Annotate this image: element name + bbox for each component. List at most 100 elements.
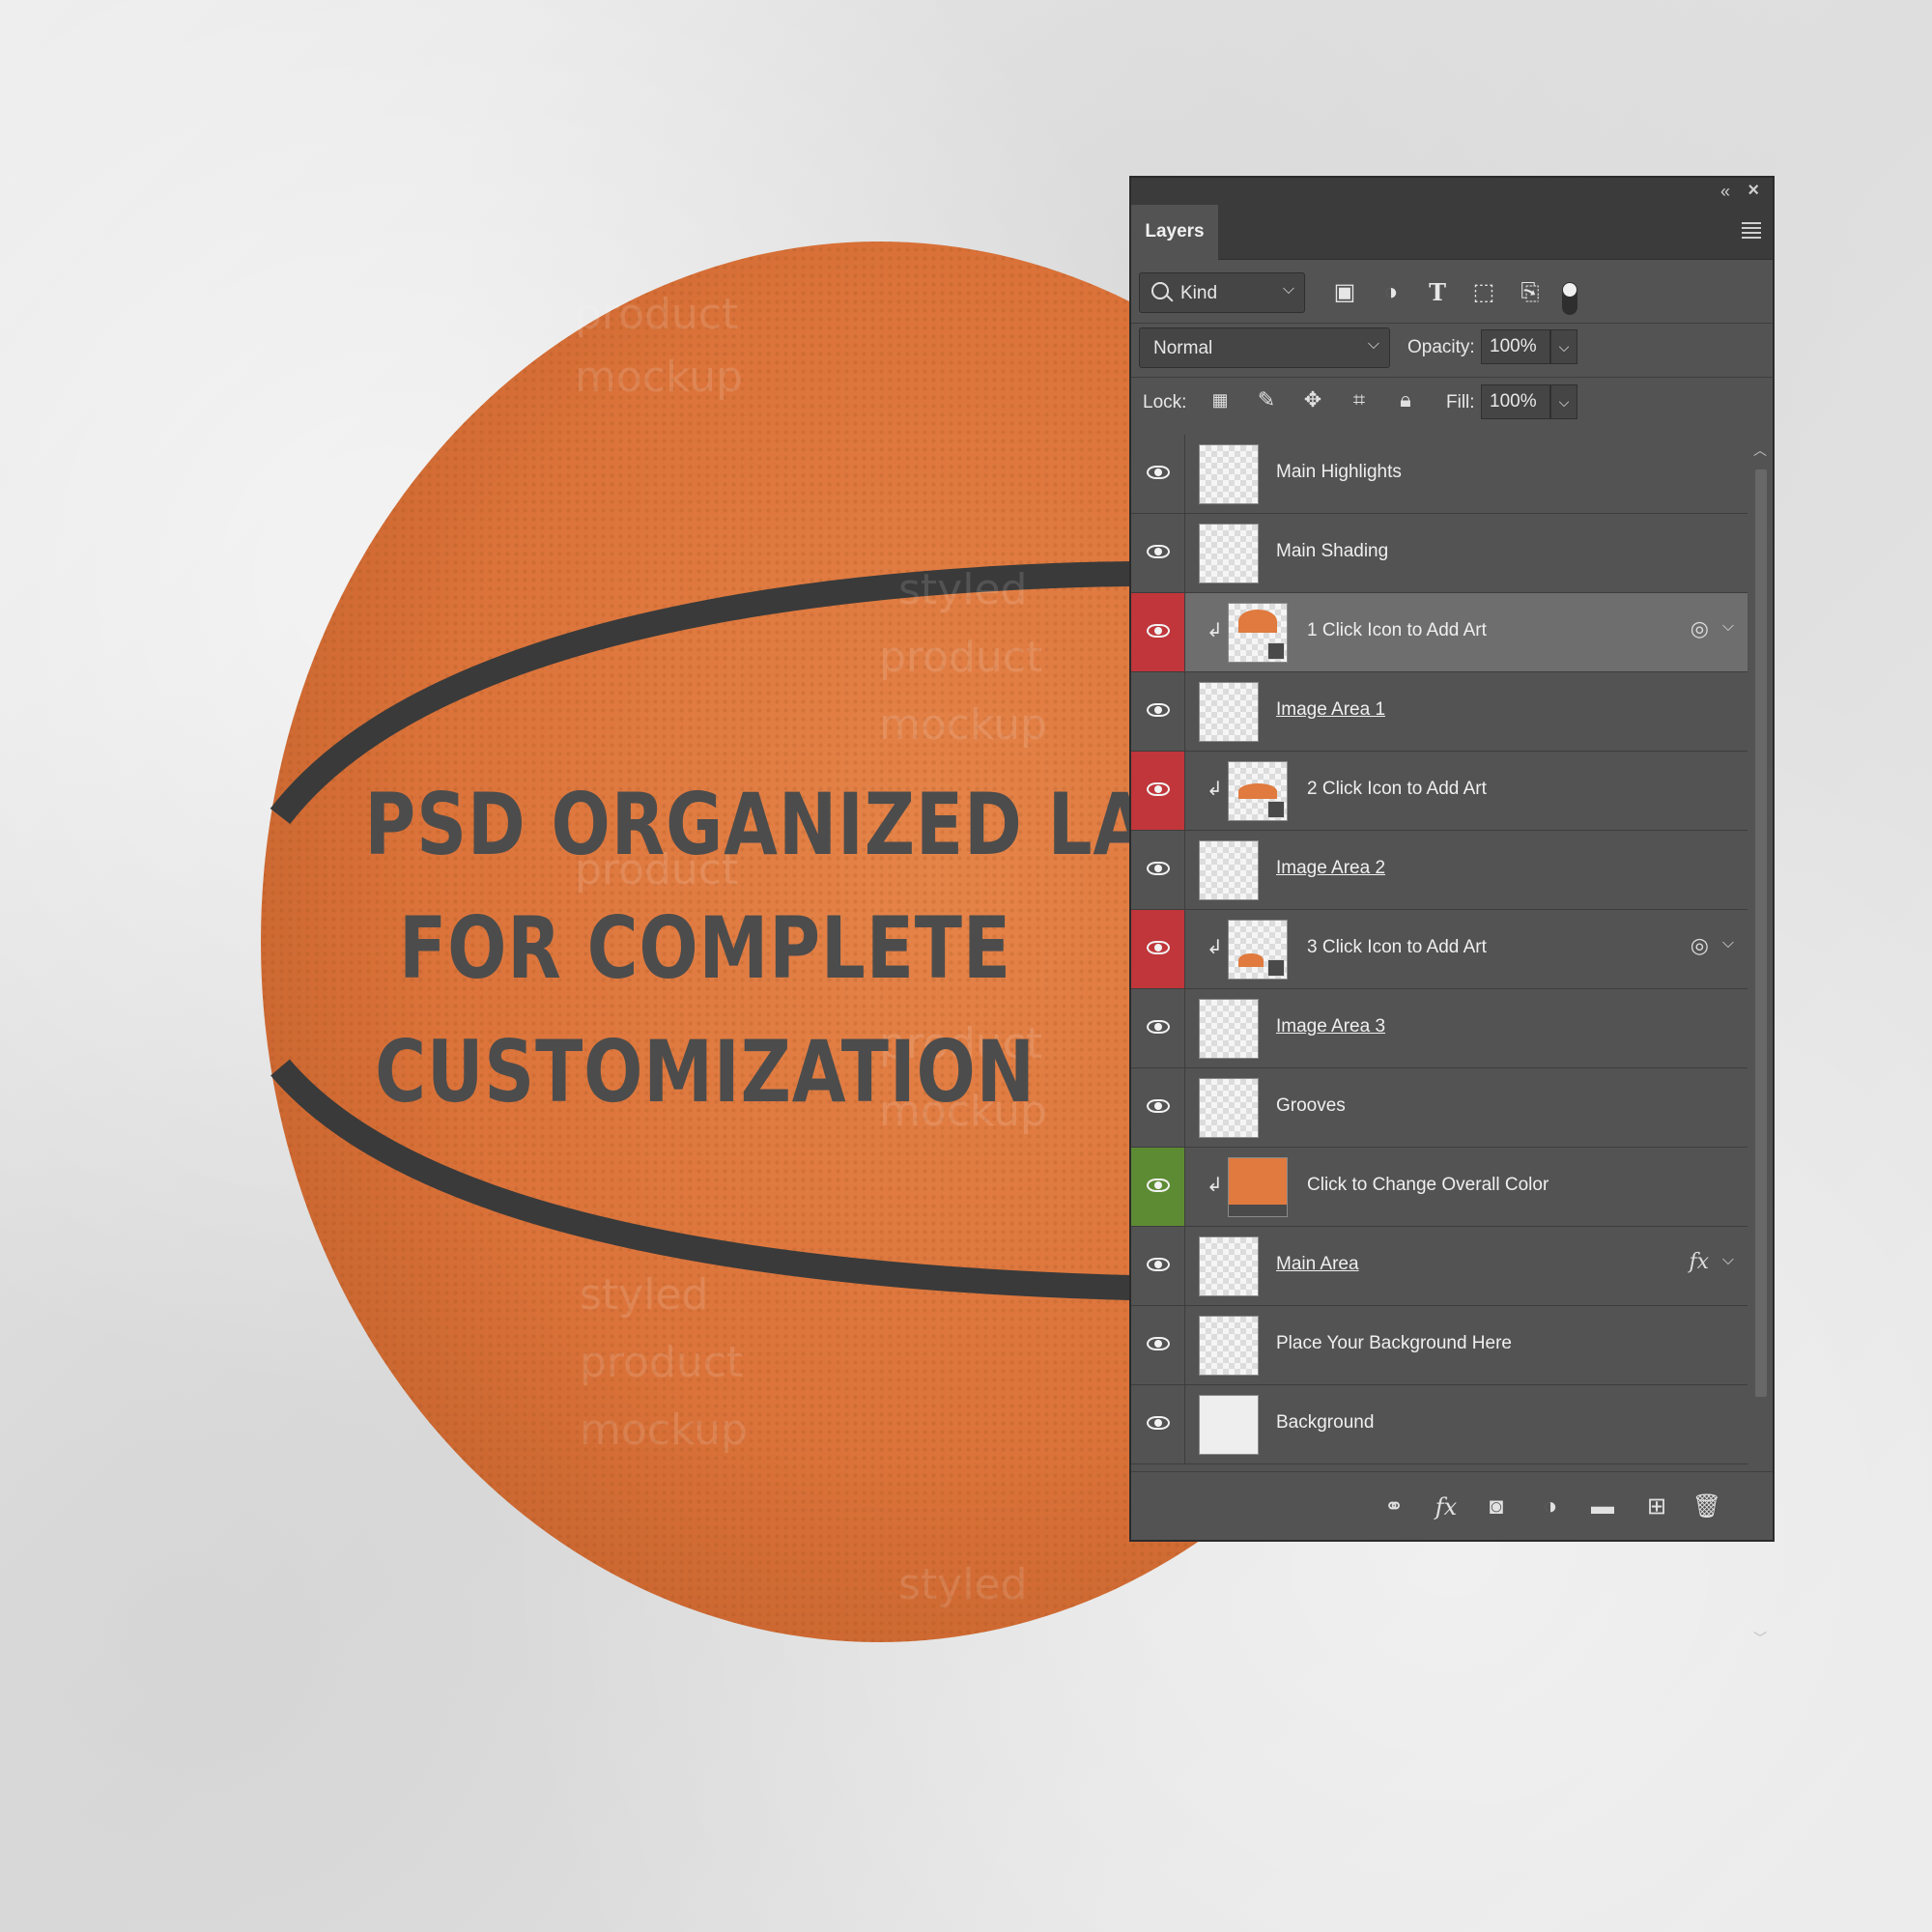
layer-thumbnail <box>1199 840 1259 900</box>
visibility-toggle[interactable] <box>1131 514 1185 592</box>
layer-row[interactable]: ↲ Click to Change Overall Color <box>1131 1148 1747 1227</box>
layer-name: Image Area 2 <box>1276 858 1386 878</box>
panel-menu-icon[interactable] <box>1742 222 1761 242</box>
layer-name: 1 Click Icon to Add Art <box>1307 620 1487 640</box>
eye-icon <box>1147 1258 1170 1271</box>
scroll-down-icon[interactable]: ﹀ <box>1753 1629 1767 1648</box>
layer-name: Image Area 3 <box>1276 1016 1386 1037</box>
eye-icon <box>1147 1020 1170 1034</box>
collapse-panel-icon[interactable]: « <box>1720 182 1730 202</box>
search-icon <box>1151 282 1169 299</box>
visibility-toggle[interactable] <box>1131 989 1185 1067</box>
visibility-toggle[interactable] <box>1131 1148 1185 1226</box>
chevron-down-icon[interactable]: ⌵ <box>1722 618 1734 636</box>
tab-layers[interactable]: Layers <box>1131 205 1218 260</box>
layer-name: Click to Change Overall Color <box>1307 1175 1549 1195</box>
watermark-text: styled <box>580 1270 708 1320</box>
kind-filter-select[interactable]: Kind ⌵ <box>1139 272 1305 313</box>
layers-bottom-toolbar: ⚭ fx ◙ ◑ ▬ ⊞ 🗑︎ <box>1131 1471 1773 1540</box>
watermark-text: product <box>879 633 1042 682</box>
visibility-toggle[interactable] <box>1131 1068 1185 1147</box>
pixel-layer-filter-icon[interactable]: ▣ <box>1330 278 1359 307</box>
eye-icon <box>1147 703 1170 717</box>
lock-transparent-pixels-icon[interactable]: ▦ <box>1207 386 1234 413</box>
fill-dropdown-icon[interactable]: ⌵ <box>1550 384 1577 419</box>
chevron-down-icon[interactable]: ⌵ <box>1722 1252 1734 1269</box>
blend-mode-label: Normal <box>1153 338 1213 358</box>
add-mask-icon[interactable]: ◙ <box>1481 1492 1512 1522</box>
layer-name: 2 Click Icon to Add Art <box>1307 779 1487 799</box>
layer-row[interactable]: Background <box>1131 1385 1747 1464</box>
trash-icon[interactable]: 🗑︎ <box>1691 1492 1722 1522</box>
layer-name: Grooves <box>1276 1095 1346 1116</box>
layer-name: Main Highlights <box>1276 462 1402 482</box>
layer-row[interactable]: Main Shading <box>1131 514 1747 593</box>
lock-image-pixels-icon[interactable]: ✎ <box>1253 386 1280 413</box>
scroll-thumb[interactable] <box>1755 469 1767 1397</box>
layer-row[interactable]: Image Area 3 <box>1131 989 1747 1068</box>
fx-icon[interactable]: fx <box>1431 1492 1462 1522</box>
visibility-toggle[interactable] <box>1131 752 1185 830</box>
visibility-toggle[interactable] <box>1131 593 1185 671</box>
link-circle-icon[interactable]: ◎ <box>1690 933 1709 958</box>
visibility-toggle[interactable] <box>1131 672 1185 751</box>
headline: PSD ORGANIZED LAYERS FOR COMPLETE CUSTOM… <box>364 763 1347 1134</box>
layers-scrollbar[interactable]: ︿ ﹀ <box>1753 440 1769 1648</box>
opacity-dropdown-icon[interactable]: ⌵ <box>1550 329 1577 364</box>
visibility-toggle[interactable] <box>1131 910 1185 988</box>
layer-row[interactable]: Image Area 1 <box>1131 672 1747 752</box>
layer-row[interactable]: Grooves <box>1131 1068 1747 1148</box>
headline-line: CUSTOMIZATION <box>375 1022 1036 1122</box>
smart-object-filter-icon[interactable]: ⎘ <box>1516 278 1545 307</box>
layer-row[interactable]: Place Your Background Here <box>1131 1306 1747 1385</box>
adjustment-layer-filter-icon[interactable]: ◑ <box>1377 278 1406 307</box>
layer-name: Image Area 1 <box>1276 699 1386 720</box>
layer-row[interactable]: ↲ 1 Click Icon to Add Art ◎ ⌵ <box>1131 593 1747 672</box>
layer-row[interactable]: ↲ 2 Click Icon to Add Art <box>1131 752 1747 831</box>
clipping-arrow-icon: ↲ <box>1207 620 1223 641</box>
shape-layer-filter-icon[interactable]: ⬚ <box>1469 278 1498 307</box>
visibility-toggle[interactable] <box>1131 1385 1185 1463</box>
link-layers-icon[interactable]: ⚭ <box>1378 1492 1409 1522</box>
smart-object-badge-icon <box>1267 959 1285 977</box>
close-icon[interactable]: × <box>1747 180 1759 202</box>
layer-row[interactable]: Image Area 2 <box>1131 831 1747 910</box>
opacity-input[interactable]: 100% <box>1481 329 1550 364</box>
layer-filter-row: Kind ⌵ ▣ ◑ T ⬚ ⎘ <box>1139 272 1767 315</box>
watermark-text: styled <box>898 565 1027 614</box>
eye-icon <box>1147 624 1170 638</box>
layer-name: Place Your Background Here <box>1276 1333 1512 1353</box>
type-layer-filter-icon[interactable]: T <box>1423 278 1452 307</box>
adjustment-layer-icon[interactable]: ◑ <box>1535 1492 1566 1522</box>
scroll-up-icon[interactable]: ︿ <box>1753 440 1767 460</box>
fx-icon[interactable]: fx <box>1689 1250 1709 1274</box>
headline-line: PSD ORGANIZED LAYERS <box>364 775 1347 874</box>
layer-name: 3 Click Icon to Add Art <box>1307 937 1487 957</box>
visibility-toggle[interactable] <box>1131 435 1185 513</box>
chevron-down-icon: ⌵ <box>1367 336 1379 353</box>
new-layer-icon[interactable]: ⊞ <box>1641 1492 1672 1522</box>
panel-title-bar[interactable]: « × <box>1131 178 1773 205</box>
visibility-toggle[interactable] <box>1131 1227 1185 1305</box>
fill-input[interactable]: 100% <box>1481 384 1550 419</box>
new-group-folder-icon[interactable]: ▬ <box>1587 1492 1618 1522</box>
layer-row[interactable]: Main Area fx ⌵ <box>1131 1227 1747 1306</box>
eye-icon <box>1147 1099 1170 1113</box>
layer-row[interactable]: Main Highlights <box>1131 435 1747 514</box>
link-circle-icon[interactable]: ◎ <box>1690 616 1709 641</box>
chevron-down-icon[interactable]: ⌵ <box>1722 935 1734 952</box>
lock-all-icon[interactable]: 🔒︎ <box>1392 386 1419 413</box>
watermark-text: product <box>575 290 738 339</box>
blend-mode-select[interactable]: Normal ⌵ <box>1139 327 1390 368</box>
visibility-toggle[interactable] <box>1131 831 1185 909</box>
layer-thumbnail <box>1199 682 1259 742</box>
lock-position-icon[interactable]: ✥ <box>1299 386 1326 413</box>
eye-icon <box>1147 1179 1170 1192</box>
layer-row[interactable]: ↲ 3 Click Icon to Add Art ◎ ⌵ <box>1131 910 1747 989</box>
layer-name: Background <box>1276 1412 1375 1433</box>
smart-object-badge-icon <box>1267 801 1285 818</box>
lock-artboard-icon[interactable]: ⌗ <box>1346 386 1373 413</box>
smart-object-thumbnail <box>1228 603 1288 663</box>
visibility-toggle[interactable] <box>1131 1306 1185 1384</box>
filter-toggle-switch[interactable] <box>1562 282 1577 315</box>
